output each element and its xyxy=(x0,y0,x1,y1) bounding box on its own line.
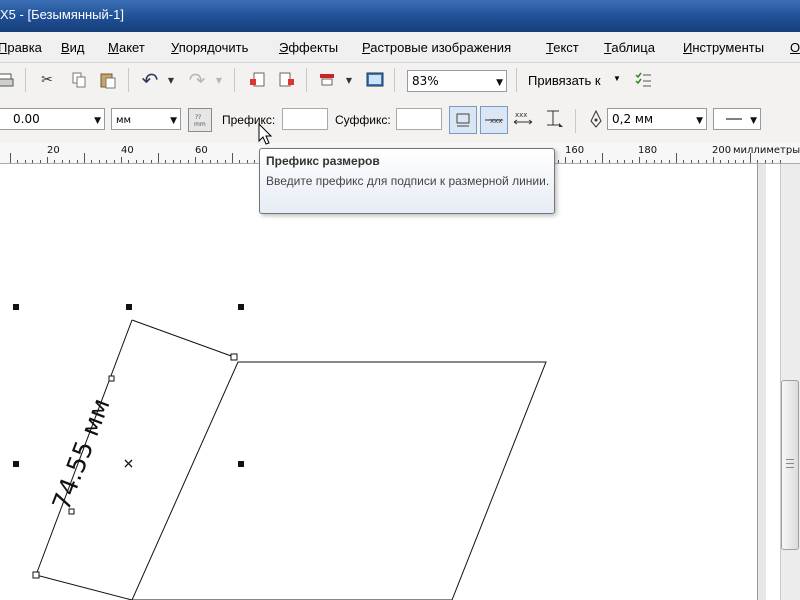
selection-handle[interactable] xyxy=(238,304,244,310)
center-marker-icon xyxy=(124,459,133,468)
parallelogram-shape[interactable] xyxy=(131,361,547,600)
node-handle[interactable] xyxy=(230,353,238,361)
prefix-tooltip: Префикс размеров Введите префикс для под… xyxy=(259,148,555,214)
drawing-svg[interactable]: 74.55 мм xyxy=(0,0,780,600)
selection-handle[interactable] xyxy=(13,304,19,310)
node-handle[interactable] xyxy=(32,571,40,579)
dimension-extension-line-top xyxy=(131,319,235,358)
dimension-text[interactable]: 74.55 мм xyxy=(47,394,116,514)
selection-handle[interactable] xyxy=(238,461,244,467)
tooltip-title: Префикс размеров xyxy=(266,154,380,168)
tooltip-description: Введите префикс для подписи к размерной … xyxy=(266,174,550,188)
menu-window[interactable]: О xyxy=(790,40,800,55)
mouse-cursor-icon xyxy=(258,123,273,145)
node-handle[interactable] xyxy=(68,508,75,515)
vertical-scroll-thumb[interactable] xyxy=(781,380,799,550)
selection-handle[interactable] xyxy=(13,461,19,467)
node-handle[interactable] xyxy=(108,375,115,382)
dimension-extension-line-bottom xyxy=(35,574,133,600)
selection-handle[interactable] xyxy=(126,304,132,310)
